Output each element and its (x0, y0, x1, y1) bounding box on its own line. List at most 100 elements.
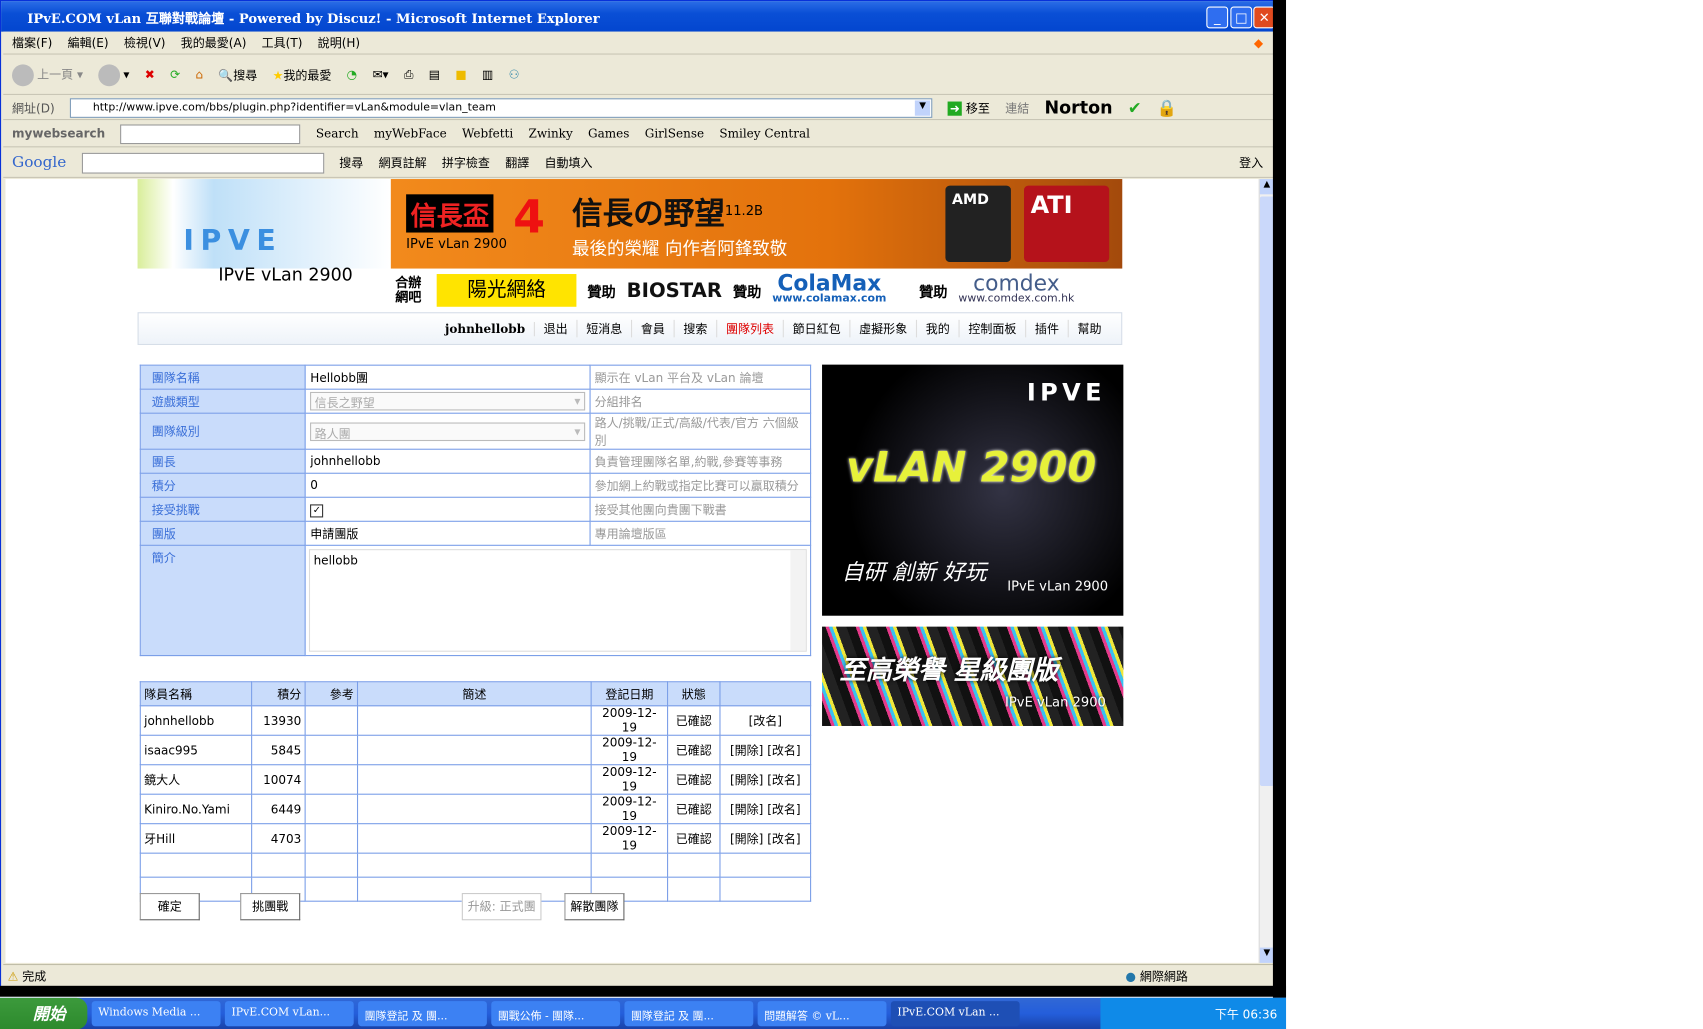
menu-edit[interactable]: 編輯(E) (68, 34, 109, 51)
kick-link[interactable]: [開除] (730, 832, 763, 846)
accept-challenge-checkbox[interactable]: ✓ (310, 503, 324, 517)
rename-link[interactable]: [改名] (767, 832, 800, 846)
page-scrollbar[interactable]: ▲ ▼ (1258, 179, 1275, 963)
taskbar-item[interactable]: 團隊登記 及 團... (624, 1001, 754, 1027)
address-dropdown-icon[interactable]: ▼ (914, 99, 931, 116)
google-spellcheck-button[interactable]: 拼字檢查 (442, 154, 490, 171)
google-annotate-button[interactable]: 網頁註解 (379, 154, 427, 171)
taskbar-item[interactable]: 問題解答 © vL... (757, 1001, 887, 1027)
menu-tools[interactable]: 工具(T) (262, 34, 303, 51)
nav-red-packet[interactable]: 節日紅包 (784, 319, 851, 338)
upgrade-button[interactable]: 升級: 正式團 (461, 893, 542, 921)
forward-button[interactable]: ▾ (98, 63, 129, 86)
disband-button[interactable]: 解散團隊 (564, 893, 625, 921)
nav-members[interactable]: 會員 (632, 319, 675, 338)
taskbar-item[interactable]: 團隊登記 及 團... (358, 1001, 487, 1027)
google-translate-button[interactable]: 翻譯 (505, 154, 529, 171)
nav-my[interactable]: 我的 (917, 319, 960, 338)
edit-icon[interactable]: ▤ (429, 68, 440, 82)
zwinky-button[interactable]: Zwinky (528, 127, 572, 141)
google-search-button[interactable]: 搜尋 (339, 154, 363, 171)
back-button[interactable]: 上一頁 ▾ (12, 63, 83, 86)
nav-plugins[interactable]: 插件 (1026, 319, 1069, 338)
colamax-logo[interactable]: ColaMax www.colamax.com (772, 271, 886, 305)
nobunaga-banner[interactable]: 信長盃 4 IPvE vLan 2900 信長の野望 11.2B 最後的榮耀 向… (390, 179, 1123, 269)
scroll-up-icon[interactable]: ▲ (1259, 179, 1275, 195)
vlan2900-promo-image[interactable]: IPVE vLAN 2900 自研 創新 好玩 IPvE vLan 2900 (822, 364, 1124, 616)
kick-link[interactable]: [開除] (730, 743, 763, 757)
intro-textarea[interactable]: hellobb (309, 549, 807, 652)
biostar-logo[interactable]: BIOSTAR (627, 279, 722, 302)
minimize-button[interactable]: _ (1206, 6, 1229, 29)
form-input[interactable]: 0 (310, 478, 318, 492)
rename-link[interactable]: [改名] (767, 773, 800, 787)
sunshine-network-logo[interactable]: 陽光網絡 (436, 274, 577, 307)
maximize-button[interactable]: □ (1230, 6, 1253, 29)
history-icon[interactable]: ◔ (347, 68, 357, 82)
favorites-button[interactable]: ★我的最愛 (273, 66, 332, 83)
nav-avatar[interactable]: 虛擬形象 (850, 319, 918, 338)
google-search-input[interactable] (81, 152, 324, 174)
nav-control-panel[interactable]: 控制面板 (960, 319, 1027, 338)
menu-help[interactable]: 說明(H) (318, 34, 360, 51)
kick-link[interactable]: [開除] (730, 773, 763, 787)
smiley-central-button[interactable]: Smiley Central (719, 127, 810, 141)
nav-search[interactable]: 搜索 (675, 319, 718, 338)
norton-check-icon[interactable]: ✔ (1128, 98, 1142, 118)
nav-help[interactable]: 幫助 (1069, 320, 1110, 337)
links-button[interactable]: 連結 (1005, 99, 1029, 116)
address-input[interactable]: http://www.ipve.com/bbs/plugin.php?ident… (69, 97, 933, 118)
rename-link[interactable]: [改名] (767, 802, 800, 816)
scroll-thumb[interactable] (1259, 196, 1275, 787)
rename-link[interactable]: [改名] (749, 714, 782, 728)
star-team-board-image[interactable]: 至高榮譽 星級團版 IPvE vLan 2900 (822, 626, 1124, 726)
mywebsearch-search-button[interactable]: Search (316, 127, 359, 141)
taskbar-item[interactable]: Windows Media ... (91, 1001, 221, 1027)
norton-lock-icon[interactable]: 🔒 (1157, 98, 1177, 118)
stop-icon[interactable]: ✖ (145, 68, 155, 82)
taskbar-item[interactable]: 團戰公佈 - 團隊... (491, 1001, 621, 1027)
challenge-button[interactable]: 挑團戰 (240, 893, 301, 921)
start-button[interactable]: 開始 (0, 997, 88, 1029)
form-select[interactable]: 路人團 ▾ (310, 421, 585, 441)
comdex-logo[interactable]: comdex www.comdex.com.hk (958, 271, 1074, 305)
rename-link[interactable]: [改名] (767, 743, 800, 757)
scroll-down-icon[interactable]: ▼ (1259, 947, 1275, 963)
messenger-icon[interactable]: ⚇ (509, 68, 520, 82)
mywebface-button[interactable]: myWebFace (374, 127, 447, 141)
refresh-icon[interactable]: ⟳ (170, 68, 180, 82)
search-button[interactable]: 🔍搜尋 (218, 66, 257, 83)
note-icon[interactable]: ■ (455, 68, 466, 82)
taskbar-item[interactable]: IPvE.COM vLan... (224, 1001, 354, 1027)
girlsense-button[interactable]: GirlSense (645, 127, 704, 141)
nav-team-list[interactable]: 團隊列表 (717, 319, 784, 338)
games-button[interactable]: Games (588, 127, 629, 141)
google-login-button[interactable]: 登入 (1239, 154, 1263, 171)
google-autofill-button[interactable]: 自動填入 (545, 154, 593, 171)
nav-messages[interactable]: 短消息 (578, 319, 633, 338)
menu-favorites[interactable]: 我的最愛(A) (181, 34, 247, 51)
taskbar-item[interactable]: IPvE.COM vLan ... (890, 1001, 1020, 1027)
nav-logout[interactable]: 退出 (535, 319, 578, 338)
site-logo[interactable]: IPVE (137, 179, 391, 269)
textarea-scrollbar[interactable] (790, 550, 806, 651)
home-icon[interactable]: ⌂ (195, 68, 203, 82)
menu-file[interactable]: 檔案(F) (12, 34, 52, 51)
mywebsearch-logo[interactable]: mywebsearch (12, 127, 105, 141)
form-input[interactable]: 申請團版 (310, 527, 358, 541)
confirm-button[interactable]: 確定 (139, 893, 200, 921)
go-button[interactable]: ➜ 移至 (947, 99, 990, 116)
print-icon[interactable]: ⎙ (404, 67, 414, 82)
norton-button[interactable]: Norton (1045, 97, 1113, 118)
form-input[interactable]: Hellobb團 (310, 371, 368, 385)
research-icon[interactable]: ▥ (482, 68, 493, 82)
mywebsearch-input[interactable] (120, 123, 301, 144)
form-input[interactable]: johnhellobb (310, 454, 380, 468)
form-select[interactable]: 信長之野望 ▾ (310, 391, 585, 411)
kick-link[interactable]: [開除] (730, 802, 763, 816)
menu-view[interactable]: 檢視(V) (124, 34, 166, 51)
nav-username[interactable]: johnhellobb (436, 321, 535, 336)
mail-icon[interactable]: ✉▾ (372, 68, 388, 82)
close-button[interactable]: ✕ (1253, 6, 1276, 29)
webfetti-button[interactable]: Webfetti (462, 127, 513, 141)
